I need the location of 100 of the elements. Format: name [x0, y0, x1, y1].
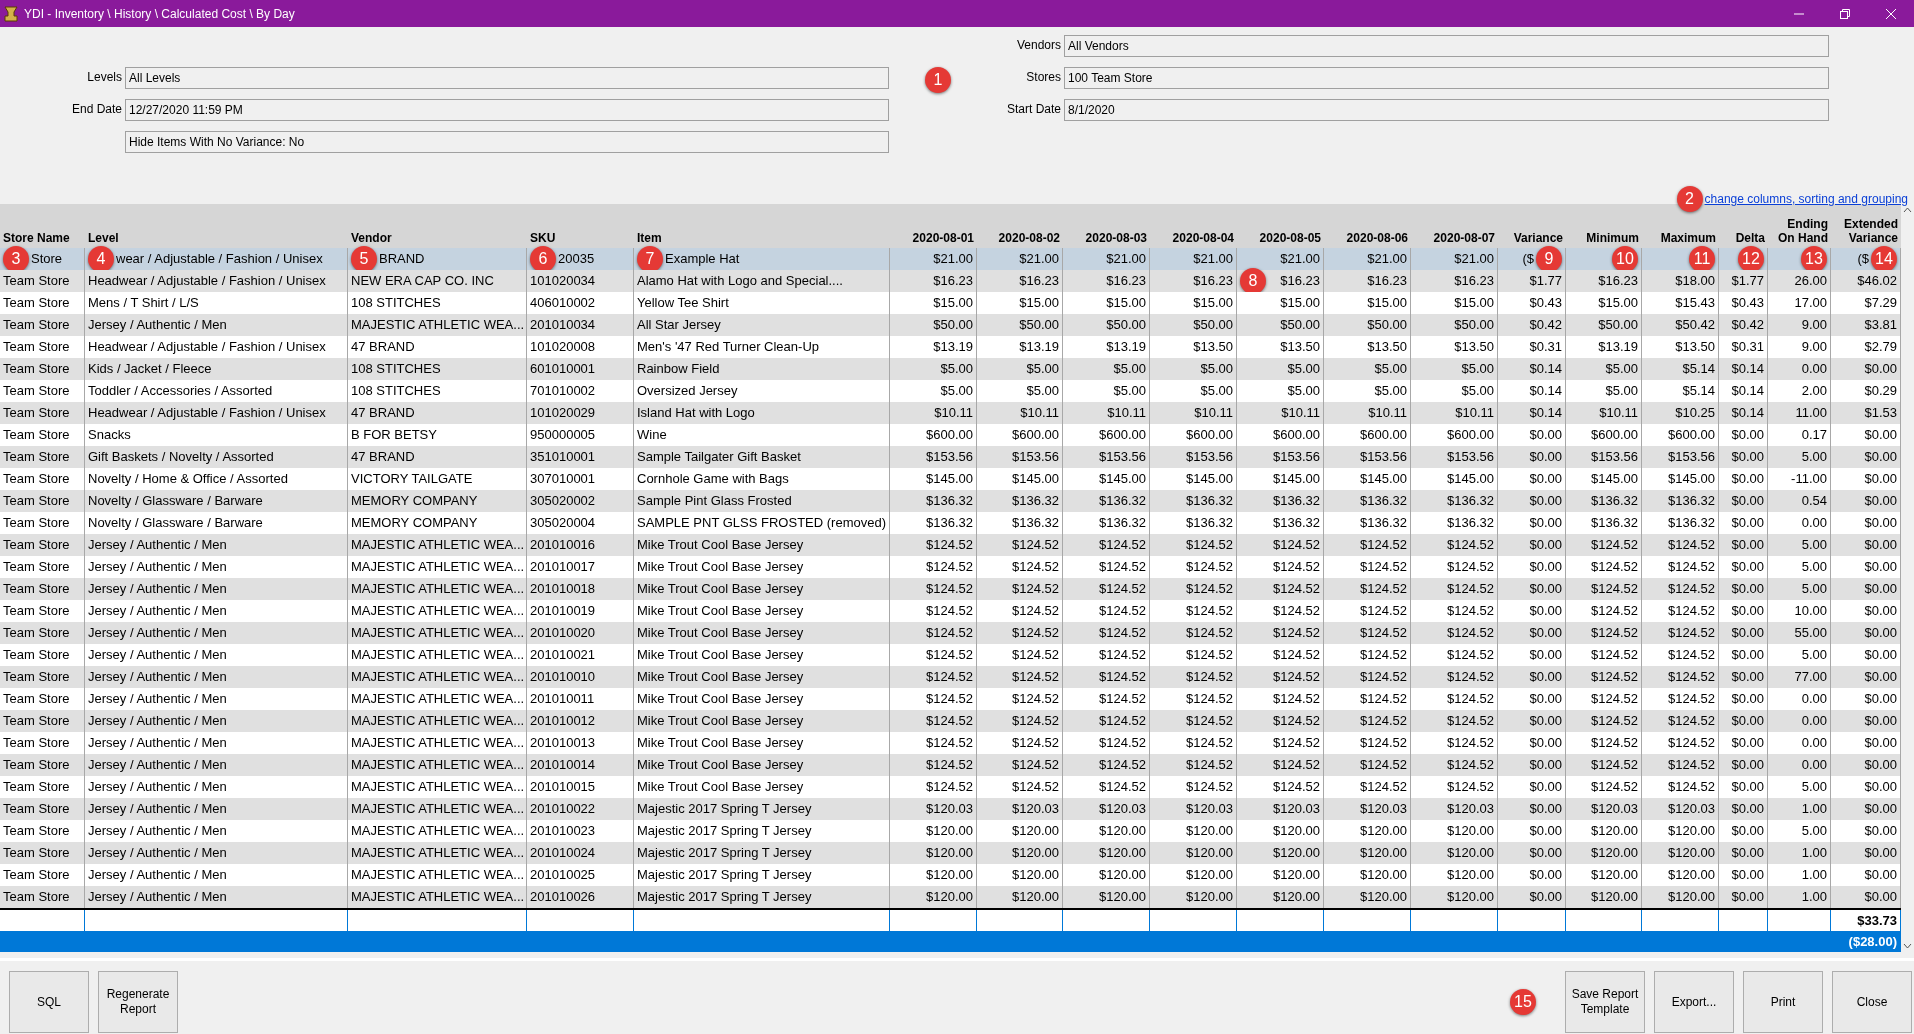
table-cell-text: $124.52 [1668, 602, 1715, 621]
table-row[interactable]: Team Store Jersey / Authentic / Men MAJESTIC ATHLETIC WEA... 201010017 Mike Trout Cool Base Jersey $124.52 $124.52 $124.52 $124.52 $124.52 $124.52 $124.52 $0.00 $124.52 $124.52 $0.00 5.00 $0.00 [0, 556, 1901, 578]
table-row[interactable]: Team Store Jersey / Authentic / Men MAJESTIC ATHLETIC WEA... 201010022 Majestic 2017 Spring T Jersey $120.03 $120.03 $120.03 $120.03 $120.03 $120.03 $120.03 $0.00 $120.03 $120.03 $0.00 1.00 $0.00 [0, 798, 1901, 820]
table-row[interactable]: Team Store Jersey / Authentic / Men MAJESTIC ATHLETIC WEA... 201010013 Mike Trout Cool Base Jersey $124.52 $124.52 $124.52 $124.52 $124.52 $124.52 $124.52 $0.00 $124.52 $124.52 $0.00 0.00 $0.00 [0, 732, 1901, 754]
table-cell-text: $0.00 [1864, 800, 1897, 819]
table-cell-text: $124.52 [1186, 668, 1233, 687]
table-row[interactable]: Team Store Jersey / Authentic / Men MAJESTIC ATHLETIC WEA... 201010016 Mike Trout Cool Base Jersey $124.52 $124.52 $124.52 $124.52 $124.52 $124.52 $124.52 $0.00 $124.52 $124.52 $0.00 5.00 $0.00 [0, 534, 1901, 556]
table-cell-text: 201010023 [530, 822, 596, 841]
table-cell-text: $124.52 [926, 580, 973, 599]
table-cell-text: $124.52 [1360, 646, 1407, 665]
column-header[interactable]: Delta [1719, 231, 1768, 248]
table-cell-text: MAJESTIC ATHLETIC WEA... [351, 822, 525, 841]
column-header[interactable]: Vendor [348, 231, 527, 248]
table-row[interactable]: Team Store Jersey / Authentic / Men MAJESTIC ATHLETIC WEA... 201010012 Mike Trout Cool Base Jersey $124.52 $124.52 $124.52 $124.52 $124.52 $124.52 $124.52 $0.00 $124.52 $124.52 $0.00 0.00 $0.00 [0, 710, 1901, 732]
column-header[interactable]: Variance [1498, 231, 1566, 248]
text-field[interactable]: Hide Items With No Variance: No [125, 131, 889, 153]
table-cell-text: ($ [1522, 250, 1534, 269]
text-field[interactable]: 8/1/2020 [1064, 99, 1829, 121]
table-row[interactable]: Team Store Gift Baskets / Novelty / Assorted 47 BRAND 351010001 Sample Tailgater Gift Basket $153.56 $153.56 $153.56 $153.56 $153.56 $153.56 $153.56 $0.00 $153.56 $153.56 $0.00 5.00 $0.00 [0, 446, 1901, 468]
table-cell-text: $120.00 [1186, 822, 1233, 841]
report-button[interactable]: Close [1832, 971, 1912, 1033]
table-row[interactable] [0, 270, 1901, 292]
table-row[interactable]: Team Store Jersey / Authentic / Men MAJESTIC ATHLETIC WEA... 201010018 Mike Trout Cool Base Jersey $124.52 $124.52 $124.52 $124.52 $124.52 $124.52 $124.52 $0.00 $124.52 $124.52 $0.00 5.00 $0.00 [0, 578, 1901, 600]
column-header[interactable]: 2020-08-06 [1324, 231, 1411, 248]
table-cell-text: $0.14 [1529, 404, 1562, 423]
table-cell-text: $0.43 [1529, 294, 1562, 313]
column-header[interactable]: 2020-08-03 [1063, 231, 1150, 248]
column-header[interactable]: Store Name [0, 231, 85, 248]
table-row[interactable]: Team Store Kids / Jacket / Fleece 108 STITCHES 601010001 Rainbow Field $5.00 $5.00 $5.00 $5.00 $5.00 $5.00 $5.00 $0.14 $5.00 $5.14 $0.14 0.00 $0.00 [0, 358, 1901, 380]
callout-badge: 2 [1676, 186, 1703, 212]
table-row[interactable]: Team Store Novelty / Glassware / Barware MEMORY COMPANY 305020004 SAMPLE PNT GLSS FROSTED (removed) $136.32 $136.32 $136.32 $136.32 $136.32 $136.32 $136.32 $0.00 $136.32 $136.32 $0.00 0.00 $0.00 [0, 512, 1901, 534]
table-cell-text: Novelty / Glassware / Barware [88, 514, 263, 533]
table-row[interactable]: Team Store Snacks B FOR BETSY 950000005 Wine $600.00 $600.00 $600.00 $600.00 $600.00 $600.00 $600.00 $0.00 $600.00 $600.00 $0.00 0.17 $0.00 [0, 424, 1901, 446]
column-header[interactable]: 2020-08-04 [1150, 231, 1237, 248]
table-row[interactable]: Team Store Novelty / Home & Office / Assorted VICTORY TAILGATE 307010001 Cornhole Game with Bags $145.00 $145.00 $145.00 $145.00 $145.00 $145.00 $145.00 $0.00 $145.00 $145.00 $0.00 -11.00 $0.00 [0, 468, 1901, 490]
callout-badge: 4 [88, 246, 114, 272]
columns-link[interactable]: change columns, sorting and grouping [1704, 190, 1908, 208]
table-cell-text: $136.32 [1273, 492, 1320, 511]
table-row[interactable]: Team Store Headwear / Adjustable / Fashion / Unisex 47 BRAND 101020029 Island Hat with Logo $10.11 $10.11 $10.11 $10.11 $10.11 $10.11 $10.11 $0.14 $10.11 $10.25 $0.14 11.00 $1.53 [0, 402, 1901, 424]
table-cell-text: $124.52 [1099, 690, 1146, 709]
text-field[interactable]: 100 Team Store [1064, 67, 1829, 89]
table-cell-text: 2.00 [1801, 382, 1827, 401]
report-button[interactable]: SQL [9, 971, 89, 1033]
report-button[interactable]: Regenerate Report [98, 971, 178, 1033]
text-field[interactable]: All Vendors [1064, 35, 1829, 57]
table-cell-text: $120.00 [1099, 866, 1146, 885]
table-row[interactable]: Team Store Jersey / Authentic / Men MAJESTIC ATHLETIC WEA... 201010020 Mike Trout Cool Base Jersey $124.52 $124.52 $124.52 $124.52 $124.52 $124.52 $124.52 $0.00 $124.52 $124.52 $0.00 55.00 $0.00 [0, 622, 1901, 644]
table-row[interactable]: Team Store Headwear / Adjustable / Fashion / Unisex 47 BRAND 101020008 Men's '47 Red Turner Clean-Up $13.19 $13.19 $13.19 $13.50 $13.50 $13.50 $13.50 $0.31 $13.19 $13.50 $0.31 9.00 $2.79 [0, 336, 1901, 358]
table-cell-text: $124.52 [1273, 580, 1320, 599]
table-cell-text: $120.00 [1668, 866, 1715, 885]
column-header[interactable]: 2020-08-01 [890, 231, 977, 248]
table-cell-text: $124.52 [926, 668, 973, 687]
table-row[interactable]: Team Store Jersey / Authentic / Men MAJESTIC ATHLETIC WEA... 201010023 Majestic 2017 Spring T Jersey $120.00 $120.00 $120.00 $120.00 $120.00 $120.00 $120.00 $0.00 $120.00 $120.00 $0.00 5.00 $0.00 [0, 820, 1901, 842]
column-header[interactable]: Minimum [1566, 231, 1642, 248]
column-header[interactable]: Ending On Hand [1768, 217, 1831, 248]
text-field[interactable]: All Levels [125, 67, 889, 89]
column-header[interactable]: Level [85, 231, 348, 248]
table-cell-text: $10.25 [1675, 404, 1715, 423]
text-field[interactable]: 12/27/2020 11:59 PM [125, 99, 889, 121]
table-row[interactable]: Team Store Jersey / Authentic / Men MAJESTIC ATHLETIC WEA... 201010026 Majestic 2017 Spring T Jersey $120.00 $120.00 $120.00 $120.00 $120.00 $120.00 $120.00 $0.00 $120.00 $120.00 $0.00 1.00 $0.00 [0, 886, 1901, 908]
table-row[interactable]: Team Store Jersey / Authentic / Men MAJESTIC ATHLETIC WEA... 201010021 Mike Trout Cool Base Jersey $124.52 $124.52 $124.52 $124.52 $124.52 $124.52 $124.52 $0.00 $124.52 $124.52 $0.00 5.00 $0.00 [0, 644, 1901, 666]
table-cell-text: $124.52 [1273, 668, 1320, 687]
table-cell-text: $0.00 [1864, 448, 1897, 467]
table-row[interactable]: Team Store Jersey / Authentic / Men MAJESTIC ATHLETIC WEA... 201010025 Majestic 2017 Spring T Jersey $120.00 $120.00 $120.00 $120.00 $120.00 $120.00 $120.00 $0.00 $120.00 $120.00 $0.00 1.00 $0.00 [0, 864, 1901, 886]
table-cell-text: 0.17 [1801, 426, 1827, 445]
table-row[interactable]: Team Store Novelty / Glassware / Barware MEMORY COMPANY 305020002 Sample Pint Glass Frosted $136.32 $136.32 $136.32 $136.32 $136.32 $136.32 $136.32 $0.00 $136.32 $136.32 $0.00 0.54 $0.00 [0, 490, 1901, 512]
column-header[interactable]: 2020-08-07 [1411, 231, 1498, 248]
table-row[interactable]: Team Store Jersey / Authentic / Men MAJESTIC ATHLETIC WEA... 201010010 Mike Trout Cool Base Jersey $124.52 $124.52 $124.52 $124.52 $124.52 $124.52 $124.52 $0.00 $124.52 $124.52 $0.00 77.00 $0.00 [0, 666, 1901, 688]
table-cell-text: $124.52 [926, 778, 973, 797]
table-row[interactable]: 3 Store 4 wear / Adjustable / Fashion / Unisex 5 BRAND 6 20035 7 Example Hat $21.00 $21.00 $21.00 $21.00 $21.00 $21.00 $21.00 ($ 9 10 11 12 13 ($ 14 [0, 248, 1901, 270]
table-cell-text: $124.52 [1447, 668, 1494, 687]
table-cell-text: Mike Trout Cool Base Jersey [637, 558, 804, 577]
column-header[interactable]: SKU [527, 231, 634, 248]
column-header[interactable]: Item [634, 231, 890, 248]
table-cell-text: $124.52 [926, 602, 973, 621]
report-button[interactable]: Export... [1654, 971, 1734, 1033]
table-row[interactable]: Team Store Mens / T Shirt / L/S 108 STITCHES 406010002 Yellow Tee Shirt $15.00 $15.00 $15.00 $15.00 $15.00 $15.00 $15.00 $0.43 $15.00 $15.43 $0.43 17.00 $7.29 [0, 292, 1901, 314]
table-cell-text: $600.00 [1099, 426, 1146, 445]
table-cell-text: Majestic 2017 Spring T Jersey [637, 844, 812, 863]
table-row[interactable]: Team Store Jersey / Authentic / Men MAJESTIC ATHLETIC WEA... 201010015 Mike Trout Cool Base Jersey $124.52 $124.52 $124.52 $124.52 $124.52 $124.52 $124.52 $0.00 $124.52 $124.52 $0.00 5.00 $0.00 [0, 776, 1901, 798]
column-header[interactable]: 2020-08-05 [1237, 231, 1324, 248]
table-cell-text: $0.00 [1864, 624, 1897, 643]
column-header[interactable]: Maximum [1642, 231, 1719, 248]
table-cell-text: $120.03 [1668, 800, 1715, 819]
table-cell-text: $124.52 [1360, 690, 1407, 709]
table-row[interactable]: Team Store Jersey / Authentic / Men MAJESTIC ATHLETIC WEA... 201010024 Majestic 2017 Spring T Jersey $120.00 $120.00 $120.00 $120.00 $120.00 $120.00 $120.00 $0.00 $120.00 $120.00 $0.00 1.00 $0.00 [0, 842, 1901, 864]
table-cell-text: $0.00 [1731, 866, 1764, 885]
table-row[interactable]: Team Store Toddler / Accessories / Assorted 108 STITCHES 701010002 Oversized Jersey $5.00 $5.00 $5.00 $5.00 $5.00 $5.00 $5.00 $0.14 $5.00 $5.14 $0.14 2.00 $0.29 [0, 380, 1901, 402]
table-row[interactable]: Team Store Jersey / Authentic / Men MAJESTIC ATHLETIC WEA... 201010011 Mike Trout Cool Base Jersey $124.52 $124.52 $124.52 $124.52 $124.52 $124.52 $124.52 $0.00 $124.52 $124.52 $0.00 0.00 $0.00 [0, 688, 1901, 710]
table-cell-text: Majestic 2017 Spring T Jersey [637, 866, 812, 885]
report-button[interactable]: Save Report Template [1565, 971, 1645, 1033]
table-row[interactable]: Team Store Jersey / Authentic / Men MAJESTIC ATHLETIC WEA... 201010014 Mike Trout Cool Base Jersey $124.52 $124.52 $124.52 $124.52 $124.52 $124.52 $124.52 $0.00 $124.52 $124.52 $0.00 0.00 $0.00 [0, 754, 1901, 776]
table-cell-text: $145.00 [1591, 470, 1638, 489]
table-row[interactable]: Team Store Jersey / Authentic / Men MAJESTIC ATHLETIC WEA... 201010019 Mike Trout Cool Base Jersey $124.52 $124.52 $124.52 $124.52 $124.52 $124.52 $124.52 $0.00 $124.52 $124.52 $0.00 10.00 $0.00 [0, 600, 1901, 622]
report-button[interactable]: Print [1743, 971, 1823, 1033]
table-cell-text: $120.00 [926, 822, 973, 841]
column-header[interactable]: 2020-08-02 [977, 231, 1063, 248]
table-row[interactable]: Team Store Jersey / Authentic / Men MAJESTIC ATHLETIC WEA... 201010034 All Star Jersey $50.00 $50.00 $50.00 $50.00 $50.00 $50.00 $50.00 $0.42 $50.00 $50.42 $0.42 9.00 $3.81 [0, 314, 1901, 336]
table-cell-text: $5.00 [940, 360, 973, 379]
column-header[interactable]: Extended Variance [1831, 217, 1901, 248]
